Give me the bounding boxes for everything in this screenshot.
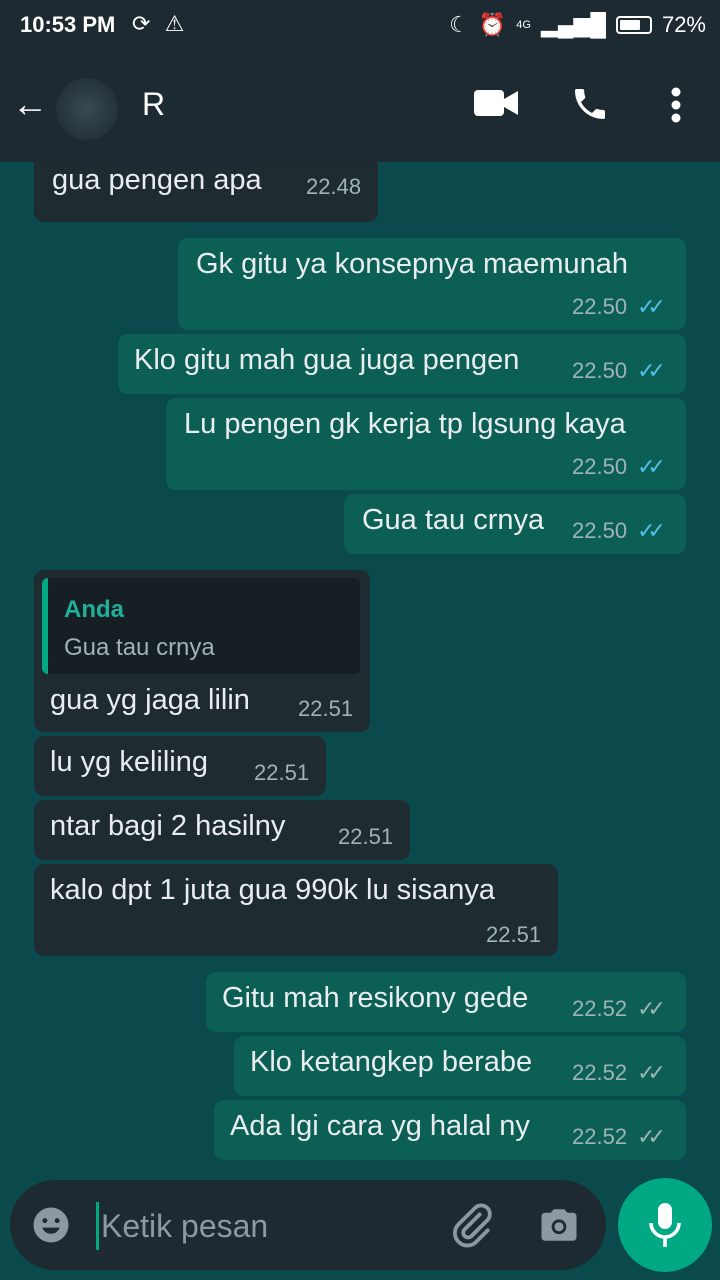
signal-icon: ▂▄▆█ — [540, 12, 606, 37]
message-bubble-outgoing[interactable]: Lu pengen gk kerja tp lgsung kaya 22.50 ✓… — [166, 398, 686, 490]
message-time: 22.52 ✓✓ — [572, 996, 666, 1022]
phone-icon[interactable] — [570, 84, 610, 129]
message-text: Gitu mah resikony gede — [222, 982, 529, 1014]
message-text: Gk gitu ya konsepnya maemunah — [196, 248, 629, 280]
microphone-button[interactable] — [618, 1178, 712, 1272]
message-time: 22.51 — [254, 760, 309, 786]
message-time: 22.50 ✓✓ — [572, 294, 666, 320]
warning-icon: ⚠ — [164, 11, 185, 36]
message-bubble-outgoing[interactable]: Gitu mah resikony gede 22.52 ✓✓ — [206, 972, 686, 1032]
message-time: 22.51 — [338, 824, 393, 850]
message-text: Klo ketangkep berabe — [250, 1046, 533, 1078]
double-check-delivered-icon: ✓✓ — [637, 1060, 666, 1085]
video-call-icon[interactable] — [474, 88, 518, 123]
message-time: 22.50 ✓✓ — [572, 358, 666, 384]
message-bubble-incoming[interactable]: kalo dpt 1 juta gua 990k lu sisanya 22.5… — [34, 864, 558, 956]
time-label: 22.51 — [254, 760, 310, 785]
double-check-read-icon: ✓✓ — [637, 358, 666, 383]
double-check-read-icon: ✓✓ — [637, 518, 666, 543]
message-bubble-outgoing[interactable]: Klo ketangkep berabe 22.52 ✓✓ — [234, 1036, 686, 1096]
camera-icon[interactable] — [538, 1204, 580, 1251]
double-check-delivered-icon: ✓✓ — [637, 1124, 666, 1149]
message-composer — [10, 1180, 606, 1270]
message-bubble-incoming[interactable]: gua pengen apa 22.48 — [34, 162, 378, 222]
time-label: 22.50 — [572, 358, 628, 383]
message-bubble-incoming[interactable]: lu yg keliling 22.51 — [34, 736, 326, 796]
message-time: 22.51 — [486, 922, 541, 948]
paperclip-icon[interactable] — [448, 1202, 494, 1253]
microphone-icon — [649, 1203, 681, 1247]
quote-text: Gua tau crnya — [64, 634, 215, 661]
alarm-icon: ⏰ — [478, 12, 507, 37]
message-text: lu yg keliling — [50, 746, 208, 778]
message-bubble-outgoing[interactable]: Gk gitu ya konsepnya maemunah 22.50 ✓✓ — [178, 238, 686, 330]
message-time: 22.52 ✓✓ — [572, 1124, 666, 1150]
message-text: Lu pengen gk kerja tp lgsung kaya — [184, 408, 626, 440]
time-label: 22.51 — [298, 696, 354, 721]
more-vert-icon[interactable] — [670, 86, 682, 129]
time-label: 22.50 — [572, 454, 628, 479]
time-label: 22.52 — [572, 996, 628, 1021]
time-label: 22.50 — [572, 518, 628, 543]
message-text: gua pengen apa — [52, 164, 262, 196]
moon-icon: ☾ — [449, 12, 469, 37]
battery-fill — [619, 20, 641, 30]
double-check-read-icon: ✓✓ — [637, 294, 666, 319]
message-bubble-outgoing[interactable]: Klo gitu mah gua juga pengen 22.50 ✓✓ — [118, 334, 686, 394]
time-label: 22.51 — [338, 824, 394, 849]
message-text: Klo gitu mah gua juga pengen — [134, 344, 520, 376]
double-check-read-icon: ✓✓ — [637, 454, 666, 479]
time-label: 22.52 — [572, 1124, 628, 1149]
time-label: 22.51 — [486, 922, 542, 947]
message-bubble-outgoing[interactable]: Ada lgi cara yg halal ny 22.52 ✓✓ — [214, 1100, 686, 1160]
message-text: gua yg jaga lilin — [50, 684, 250, 716]
message-text: kalo dpt 1 juta gua 990k lu sisanya — [50, 874, 495, 906]
battery-percent: 72% — [661, 12, 706, 37]
message-list[interactable]: gua pengen apa 22.48 Gk gitu ya konsepny… — [0, 162, 720, 1172]
notification-icons: ⟳ ⚠ — [132, 11, 184, 37]
quote-author: Anda — [64, 596, 124, 623]
chat-header: ← R — [0, 50, 720, 162]
message-bubble-outgoing[interactable]: Gua tau crnya 22.50 ✓✓ — [344, 494, 686, 554]
message-time: 22.51 — [298, 696, 353, 722]
avatar[interactable] — [56, 78, 118, 140]
back-arrow-icon[interactable]: ← — [12, 84, 48, 124]
message-time: 22.50 ✓✓ — [572, 518, 666, 544]
quote-accent-bar — [42, 578, 48, 674]
message-time: 22.50 ✓✓ — [572, 454, 666, 480]
double-check-delivered-icon: ✓✓ — [637, 996, 666, 1021]
message-text: Ada lgi cara yg halal ny — [230, 1110, 530, 1142]
message-time: 22.52 ✓✓ — [572, 1060, 666, 1086]
message-text: ntar bagi 2 hasilny — [50, 810, 286, 842]
message-input[interactable] — [96, 1202, 433, 1250]
message-text: Gua tau crnya — [362, 504, 545, 536]
time-label: 22.48 — [306, 174, 362, 199]
time-label: 22.52 — [572, 1060, 628, 1085]
message-bubble-incoming[interactable]: ntar bagi 2 hasilny 22.51 — [34, 800, 410, 860]
battery-icon — [615, 16, 652, 34]
sync-icon: ⟳ — [132, 11, 151, 36]
message-time: 22.48 — [306, 174, 361, 200]
status-time: 10:53 PM — [20, 12, 116, 37]
network-type: 4G — [516, 19, 531, 31]
time-label: 22.50 — [572, 294, 628, 319]
emoji-icon[interactable] — [30, 1204, 72, 1251]
contact-name[interactable]: R — [142, 86, 165, 123]
message-bubble-incoming[interactable]: Anda Gua tau crnya gua yg jaga lilin 22.… — [34, 570, 370, 732]
status-bar: 10:53 PM ⟳ ⚠ ☾ ⏰ 4G ▂▄▆█ 72% — [0, 0, 720, 50]
quoted-message[interactable]: Anda Gua tau crnya — [42, 578, 360, 674]
